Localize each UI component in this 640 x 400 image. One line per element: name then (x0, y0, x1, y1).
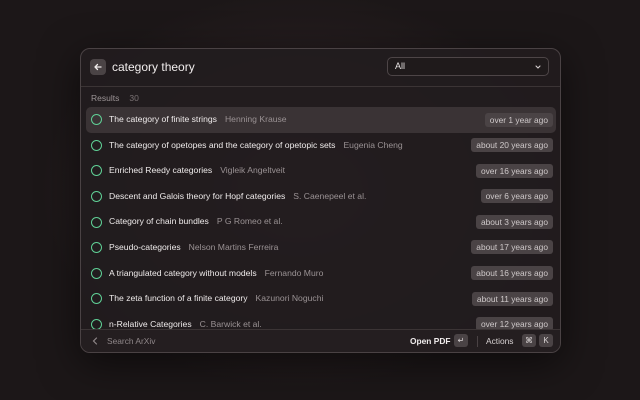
results-header: Results 30 (91, 93, 139, 103)
result-title: The category of opetopes and the categor… (109, 139, 336, 150)
filter-selected-value: All (395, 61, 406, 71)
result-title: Pseudo-categories (109, 241, 181, 252)
actions-button[interactable]: Actions (486, 336, 513, 346)
result-author: Fernando Muro (264, 267, 324, 278)
result-author: Kazunori Noguchi (255, 293, 324, 304)
list-item[interactable]: Descent and Galois theory for Hopf categ… (86, 184, 556, 210)
result-author: C. Barwick et al. (199, 318, 262, 329)
circle-icon (91, 293, 102, 305)
result-title: Category of chain bundles (109, 216, 209, 227)
circle-icon (91, 139, 102, 151)
result-date-badge: about 16 years ago (471, 266, 553, 281)
open-pdf-button[interactable]: Open PDF (410, 336, 450, 346)
circle-icon (91, 267, 102, 279)
result-date-badge: over 6 years ago (480, 189, 553, 204)
list-item[interactable]: Pseudo-categories Nelson Martins Ferreira… (86, 235, 556, 261)
list-item[interactable]: The category of opetopes and the categor… (86, 133, 556, 159)
search-bar: category theory All (81, 49, 560, 87)
list-item[interactable]: Category of chain bundles P G Romeo et al… (86, 209, 556, 235)
result-title: Enriched Reedy categories (109, 165, 213, 176)
chevron-left-icon[interactable] (91, 336, 99, 346)
result-date-badge: about 17 years ago (471, 240, 553, 255)
list-item[interactable]: A triangulated category without models Fe… (86, 261, 556, 287)
result-date-badge: about 3 years ago (475, 214, 553, 229)
circle-icon (91, 242, 102, 254)
circle-icon (91, 216, 102, 228)
enter-key-hint: ↵ (454, 334, 468, 347)
result-title: The zeta function of a finite category (109, 293, 248, 304)
result-title: The category of finite strings (109, 114, 217, 124)
k-key-hint: K (539, 334, 553, 347)
result-author: Vigleik Angeltveit (220, 165, 286, 176)
result-date-badge: over 16 years ago (475, 163, 553, 178)
result-author: Nelson Martins Ferreira (188, 241, 279, 252)
arrow-left-icon (94, 63, 102, 71)
search-arxiv-label: Search ArXiv (107, 336, 156, 346)
divider (477, 336, 478, 347)
result-title: n-Relative Categories (109, 318, 192, 329)
list-item[interactable]: The zeta function of a finite category Ka… (86, 286, 556, 312)
result-title: A triangulated category without models (109, 267, 257, 278)
results-count: 30 (129, 93, 139, 103)
result-author: S. Caenepeel et al. (293, 190, 367, 201)
search-window: category theory All Results 30 The catego… (80, 48, 561, 353)
results-label: Results (91, 93, 120, 103)
result-author: Eugenia Cheng (343, 139, 403, 150)
chevron-down-icon (535, 65, 541, 69)
result-title: Descent and Galois theory for Hopf categ… (109, 190, 286, 201)
result-author: Henning Krause (224, 114, 287, 124)
result-author: P G Romeo et al. (216, 216, 283, 227)
search-input[interactable]: category theory (112, 59, 195, 75)
list-item[interactable]: Enriched Reedy categories Vigleik Angeltv… (86, 158, 556, 184)
filter-dropdown[interactable]: All (387, 57, 549, 76)
circle-icon (91, 165, 102, 177)
circle-icon (91, 191, 102, 203)
circle-icon (91, 114, 102, 126)
action-bar: Search ArXiv Open PDF ↵ Actions ⌘ K (81, 329, 560, 352)
list-item[interactable]: The category of finite strings Henning Kr… (86, 107, 556, 133)
result-date-badge: about 11 years ago (471, 291, 553, 306)
command-key-hint: ⌘ (522, 334, 536, 347)
results-list: The category of finite strings Henning Kr… (86, 107, 556, 330)
back-button[interactable] (90, 59, 106, 75)
result-date-badge: about 20 years ago (471, 138, 553, 153)
result-date-badge: over 1 year ago (484, 112, 553, 127)
list-item[interactable]: n-Relative Categories C. Barwick et al. o… (86, 312, 556, 330)
